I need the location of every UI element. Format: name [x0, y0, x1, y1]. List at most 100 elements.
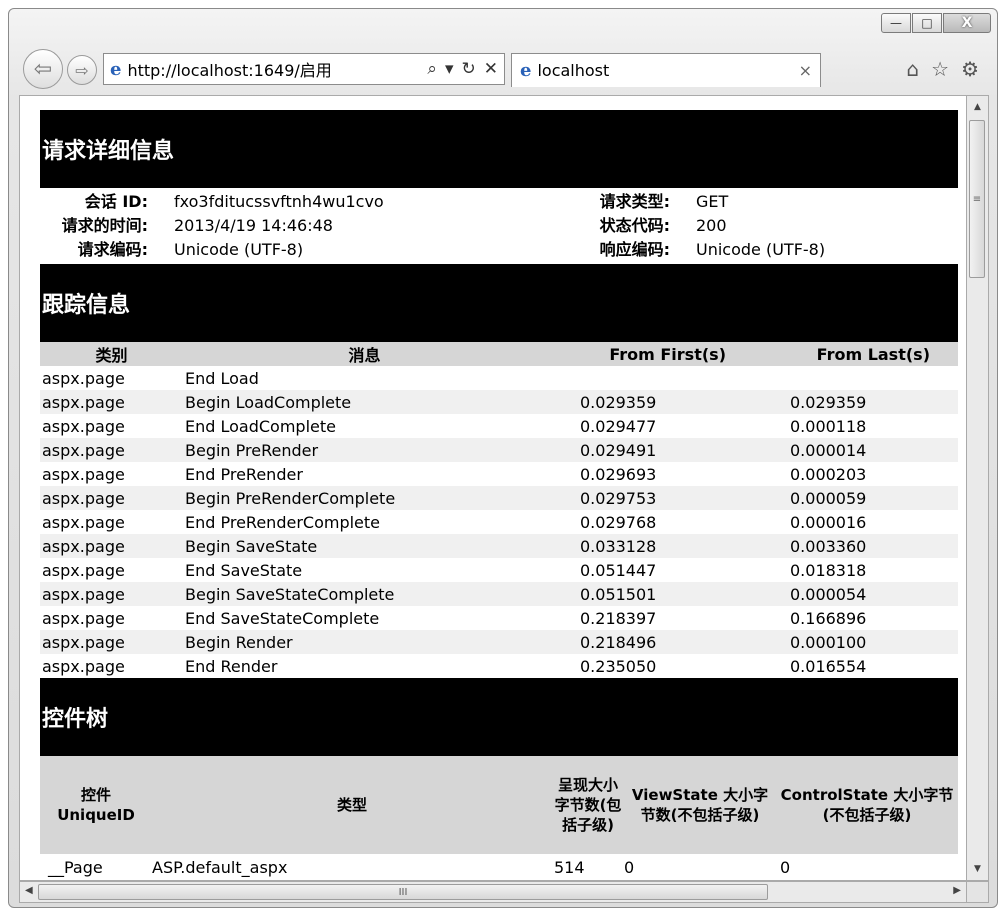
address-bar[interactable]: e http://localhost:1649/启用 ⌕ ▾ ↻ ✕ [103, 53, 505, 85]
cell-message: Begin PreRenderComplete [183, 486, 546, 510]
table-row: aspx.page End PreRenderComplete 0.029768 0.… [40, 510, 958, 534]
vertical-scroll-thumb[interactable]: ≡ [969, 120, 985, 278]
table-row: aspx.page Begin LoadComplete 0.029359 0.029… [40, 390, 958, 414]
request-type-value: GET [696, 192, 729, 211]
refresh-icon[interactable]: ↻ [462, 59, 476, 79]
cell-from-first: 0.051501 [546, 582, 754, 606]
cell-category: aspx.page [40, 486, 183, 510]
cell-message: End SaveState [185, 560, 303, 580]
minimize-button[interactable]: — [881, 13, 911, 33]
request-details-grid: 会话 ID: fxo3fditucssvftnh4wu1cvo 请求类型: GE… [40, 188, 958, 264]
cell-message: Begin Render [183, 630, 546, 654]
request-encoding-value: Unicode (UTF-8) [174, 240, 304, 259]
cell-category: aspx.page [40, 438, 183, 462]
window-controls: — □ X [881, 13, 991, 33]
cell-from-first: 0.029768 [580, 512, 657, 532]
session-id-value: fxo3fditucssvftnh4wu1cvo [174, 192, 384, 211]
cell-controlstate-size: 0 [780, 857, 791, 877]
stop-icon[interactable]: ✕ [484, 59, 498, 79]
response-encoding-label: 响应编码: [599, 240, 670, 259]
cell-from-first: 0.218397 [580, 608, 657, 628]
grip-icon: ≡ [972, 193, 982, 205]
scroll-left-icon[interactable]: ◀ [25, 885, 33, 896]
cell-from-last: 0.000118 [790, 416, 867, 436]
control-tree-header-row: 控件 UniqueID 类型 呈现大小字节数(包括子级) ViewState 大… [40, 756, 958, 854]
vertical-scrollbar[interactable]: ▲ ≡ ▼ [967, 95, 989, 881]
table-row: aspx.page End SaveState 0.051447 0.018318 [40, 558, 958, 582]
cell-category: aspx.page [42, 368, 125, 388]
cell-from-first: 0.029477 [580, 416, 657, 436]
status-code-value: 200 [696, 216, 727, 235]
cell-message: End Render [185, 656, 278, 676]
cell-message: End PreRenderComplete [185, 512, 380, 532]
favorites-star-icon[interactable]: ☆ [931, 57, 949, 81]
cell-viewstate-size: 0 [624, 857, 635, 877]
cell-from-last: 0.000059 [754, 486, 958, 510]
cell-from-first: 0.235050 [580, 656, 657, 676]
cell-from-last: 0.000014 [754, 438, 958, 462]
back-arrow-icon: ⇦ [33, 56, 53, 82]
back-button[interactable]: ⇦ [23, 49, 63, 89]
cell-from-last: 0.018318 [790, 560, 867, 580]
trace-info-heading: 跟踪信息 [40, 264, 958, 342]
column-header-from-last: From Last(s) [754, 342, 958, 366]
horizontal-scroll-thumb[interactable]: III [38, 884, 768, 900]
scroll-right-icon[interactable]: ▶ [953, 885, 961, 896]
request-encoding-label: 请求编码: [77, 240, 148, 259]
page-viewport: 请求详细信息 会话 ID: fxo3fditucssvftnh4wu1cvo 请… [19, 95, 967, 881]
cell-from-last: 0.016554 [790, 656, 867, 676]
cell-from-first: 0.029753 [546, 486, 754, 510]
scroll-down-icon[interactable]: ▼ [967, 864, 988, 874]
forward-button[interactable]: ⇨ [67, 55, 97, 85]
cell-from-first: 0.033128 [546, 534, 754, 558]
cell-from-last: 0.166896 [790, 608, 867, 628]
cell-category: aspx.page [42, 560, 125, 580]
cell-from-first: 0.029491 [546, 438, 754, 462]
trace-page: 请求详细信息 会话 ID: fxo3fditucssvftnh4wu1cvo 请… [40, 110, 958, 880]
cell-from-last: 0.000100 [754, 630, 958, 654]
column-header-controlstate-size: ControlState 大小字节(不包括子级) [776, 756, 958, 854]
close-window-button[interactable]: X [943, 13, 991, 33]
table-row: aspx.page End SaveStateComplete 0.218397 0.… [40, 606, 958, 630]
scroll-up-icon[interactable]: ▲ [967, 102, 988, 112]
cell-from-last: 0.000203 [790, 464, 867, 484]
cell-category: aspx.page [42, 608, 125, 628]
horizontal-scrollbar[interactable]: ◀ III ▶ [19, 881, 967, 903]
toolbar-icons: ⌂ ☆ ⚙ [906, 57, 979, 81]
cell-category: aspx.page [40, 582, 183, 606]
cell-render-size: 514 [554, 857, 585, 877]
settings-gear-icon[interactable]: ⚙ [961, 57, 979, 81]
response-encoding-value: Unicode (UTF-8) [696, 240, 826, 259]
tab-localhost[interactable]: e localhost × [511, 53, 821, 87]
dropdown-icon[interactable]: ▾ [445, 59, 454, 79]
column-header-render-size: 呈现大小字节数(包括子级) [552, 756, 624, 854]
cell-type: ASP.default_aspx [152, 857, 288, 877]
table-row: aspx.page End LoadComplete 0.029477 0.00011… [40, 414, 958, 438]
cell-from-first: 0.029693 [580, 464, 657, 484]
tab-close-icon[interactable]: × [799, 61, 812, 80]
cell-category: aspx.page [42, 416, 125, 436]
control-tree-heading: 控件树 [40, 678, 958, 756]
browser-window: — □ X ⇦ ⇨ e http://localhost:1649/启用 ⌕ ▾… [8, 8, 998, 908]
table-row: aspx.page Begin SaveState 0.033128 0.003360 [40, 534, 958, 558]
url-text[interactable]: http://localhost:1649/启用 [127, 57, 421, 81]
search-icon[interactable]: ⌕ [427, 59, 437, 79]
control-tree-table: 控件 UniqueID 类型 呈现大小字节数(包括子级) ViewState 大… [40, 756, 958, 880]
cell-message: Begin PreRender [183, 438, 546, 462]
table-row: aspx.page Begin SaveStateComplete 0.051501… [40, 582, 958, 606]
cell-message: End LoadComplete [185, 416, 336, 436]
cell-from-first: 0.029359 [546, 390, 754, 414]
table-row: aspx.page End Load [40, 366, 958, 390]
cell-category: aspx.page [40, 390, 183, 414]
table-row: aspx.page Begin PreRender 0.029491 0.000014 [40, 438, 958, 462]
request-time-value: 2013/4/19 14:46:48 [174, 216, 333, 235]
home-icon[interactable]: ⌂ [906, 57, 919, 81]
maximize-button[interactable]: □ [912, 13, 942, 33]
status-code-label: 状态代码: [599, 216, 670, 235]
column-header-from-first: From First(s) [546, 342, 754, 366]
cell-category: aspx.page [40, 534, 183, 558]
cell-category: aspx.page [42, 464, 125, 484]
cell-from-last [754, 366, 958, 390]
cell-category: aspx.page [42, 656, 125, 676]
ie-logo-icon: e [110, 58, 122, 80]
